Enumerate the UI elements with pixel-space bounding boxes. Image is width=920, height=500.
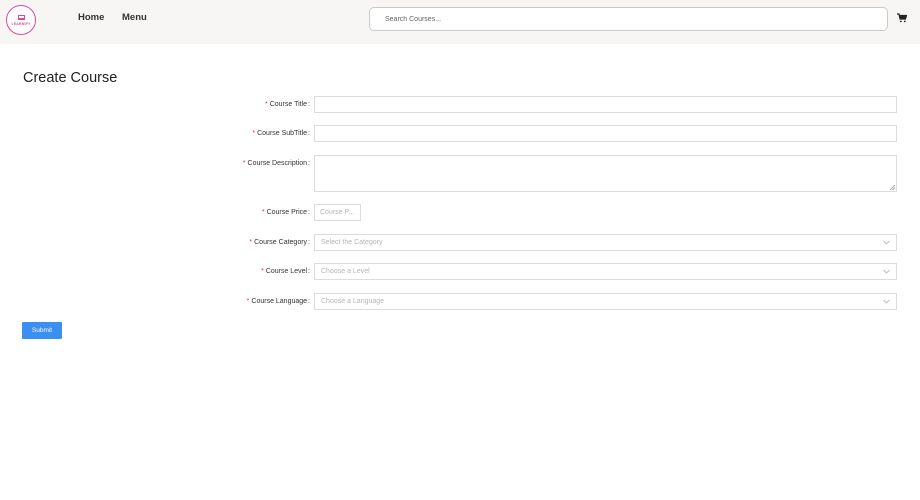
course-language-label: * Course Language: bbox=[247, 298, 310, 305]
chevron-down-icon bbox=[883, 240, 890, 245]
required-mark: * bbox=[264, 101, 268, 108]
required-mark: * bbox=[249, 239, 253, 246]
required-mark: * bbox=[242, 160, 246, 167]
course-category-select[interactable]: Select the Category bbox=[314, 234, 897, 251]
course-price-input[interactable] bbox=[314, 204, 361, 221]
chevron-down-icon bbox=[883, 269, 890, 274]
course-title-label: * Course Title: bbox=[265, 101, 310, 108]
course-description-label: * Course Description: bbox=[243, 160, 310, 167]
label-colon: : bbox=[308, 298, 310, 305]
page-title: Create Course bbox=[23, 70, 118, 86]
label-colon: : bbox=[308, 268, 310, 275]
logo-text: LEARNIFY bbox=[11, 21, 31, 26]
course-level-select[interactable]: Choose a Level bbox=[314, 263, 897, 280]
course-language-label-text: Course Language bbox=[251, 298, 308, 305]
course-price-label-text: Course Price bbox=[266, 209, 308, 216]
course-category-label-text: Course Category bbox=[254, 239, 308, 246]
course-description-textarea[interactable] bbox=[314, 155, 897, 192]
course-price-label: * Course Price: bbox=[262, 209, 310, 216]
required-mark: * bbox=[261, 209, 265, 216]
course-title-label-text: Course Title bbox=[269, 101, 308, 108]
label-colon: : bbox=[308, 130, 310, 137]
course-title-input[interactable] bbox=[314, 96, 897, 113]
nav-menu-link[interactable]: Menu bbox=[122, 12, 147, 23]
course-subtitle-label-text: Course SubTitle bbox=[257, 130, 308, 137]
search-input[interactable] bbox=[369, 7, 888, 31]
resize-grip-icon[interactable] bbox=[889, 184, 895, 190]
label-colon: : bbox=[308, 239, 310, 246]
course-subtitle-input[interactable] bbox=[314, 125, 897, 142]
course-level-placeholder: Choose a Level bbox=[321, 268, 370, 275]
course-level-label-text: Course Level bbox=[265, 268, 308, 275]
required-mark: * bbox=[246, 298, 250, 305]
course-subtitle-label: * Course SubTitle: bbox=[252, 130, 310, 137]
course-category-label: * Course Category: bbox=[249, 239, 310, 246]
required-mark: * bbox=[252, 130, 256, 137]
label-colon: : bbox=[308, 101, 310, 108]
top-navbar: LEARNIFY Home Menu bbox=[0, 0, 920, 44]
course-description-label-text: Course Description bbox=[247, 160, 308, 167]
label-colon: : bbox=[308, 160, 310, 167]
course-language-placeholder: Choose a Language bbox=[321, 298, 385, 305]
brand-logo[interactable]: LEARNIFY bbox=[6, 5, 36, 35]
logo-store-icon bbox=[17, 14, 25, 20]
required-mark: * bbox=[261, 268, 264, 275]
course-language-select[interactable]: Choose a Language bbox=[314, 293, 897, 310]
course-level-label: * Course Level: bbox=[261, 268, 310, 275]
shopping-cart-icon[interactable] bbox=[897, 13, 907, 23]
label-colon: : bbox=[308, 209, 310, 216]
submit-button[interactable]: Submit bbox=[22, 322, 62, 339]
nav-home-link[interactable]: Home bbox=[78, 12, 104, 23]
chevron-down-icon bbox=[883, 299, 890, 304]
course-category-placeholder: Select the Category bbox=[321, 239, 383, 246]
